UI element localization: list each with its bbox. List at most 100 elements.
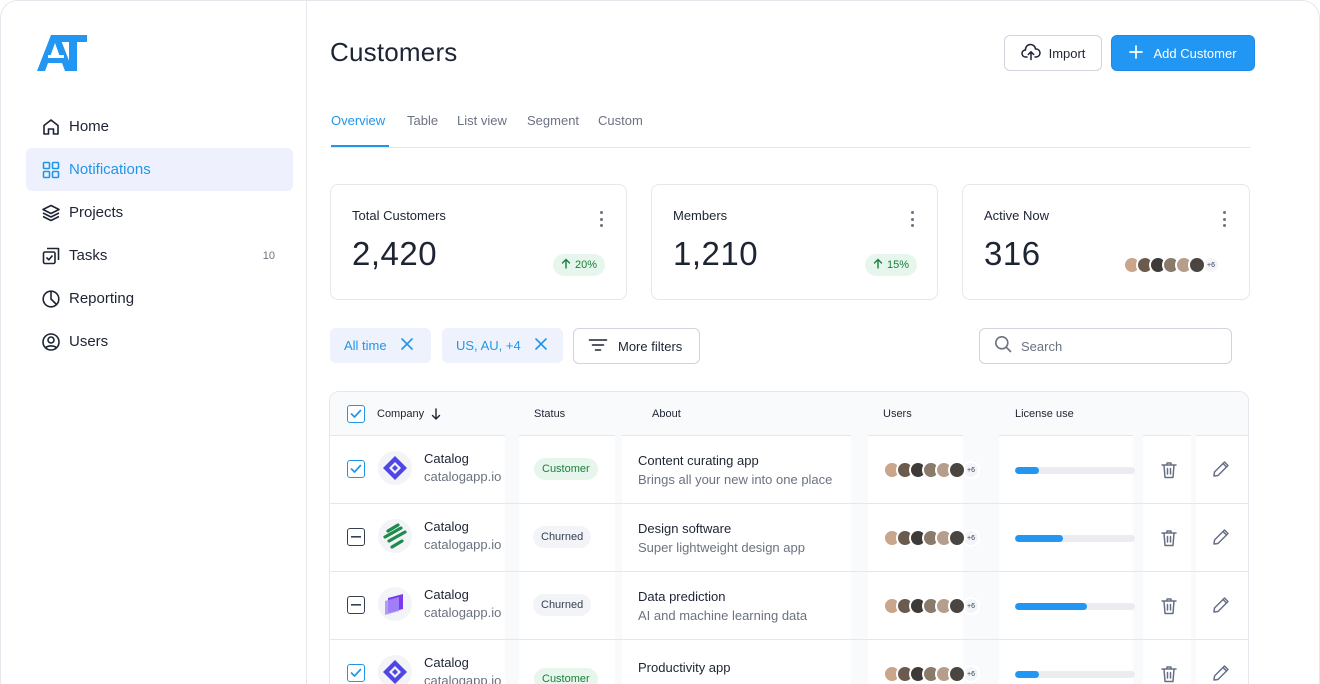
sidebar-item-projects[interactable]: Projects: [26, 191, 293, 234]
sidebar-item-label: Reporting: [69, 290, 135, 307]
company-cell: Catalog catalogapp.io: [378, 586, 501, 622]
sidebar-item-notifications[interactable]: Notifications: [26, 148, 293, 191]
close-icon[interactable]: [534, 338, 547, 353]
license-progress-bar: [1015, 467, 1135, 474]
license-progress-fill: [1015, 671, 1039, 678]
more-filters-button[interactable]: More filters: [573, 328, 700, 364]
th-company[interactable]: Company: [347, 392, 441, 436]
trend-value: 20%: [575, 259, 598, 271]
tab-list-view[interactable]: List view: [457, 113, 507, 147]
more-filters-label: More filters: [618, 338, 683, 354]
about-subtitle: AI and machine learning data: [638, 608, 808, 623]
sidebar-nav: Home Notifications Projects Tasks 10 Rep…: [26, 105, 293, 363]
add-customer-label: Add Customer: [1153, 45, 1237, 61]
row-checkbox[interactable]: [347, 528, 365, 546]
edit-pencil-icon[interactable]: [1210, 458, 1232, 480]
tab-custom[interactable]: Custom: [598, 113, 643, 147]
trash-icon[interactable]: [1158, 527, 1180, 549]
sidebar-item-label: Users: [69, 333, 109, 350]
th-about[interactable]: About: [652, 392, 681, 436]
active-avatars: +6: [1123, 256, 1220, 274]
about-title: Design software: [638, 521, 732, 536]
close-icon[interactable]: [400, 338, 413, 353]
sidebar-item-tasks[interactable]: Tasks 10: [26, 234, 293, 277]
company-cell: Catalog catalogapp.io: [378, 518, 501, 554]
sidebar-item-label: Projects: [69, 204, 124, 221]
check-square-icon: [40, 245, 62, 267]
license-progress-fill: [1015, 467, 1039, 474]
stat-card-members: Members 1,210 15%: [651, 184, 938, 300]
search-box[interactable]: [979, 328, 1232, 364]
th-license-use[interactable]: License use: [1015, 392, 1074, 436]
about-title: Data prediction: [638, 589, 726, 604]
trend-badge: 15%: [865, 254, 918, 276]
row-checkbox[interactable]: [347, 460, 365, 478]
table-header: [330, 392, 1248, 436]
about-title: Content curating app: [638, 453, 759, 468]
sidebar-item-home[interactable]: Home: [26, 105, 293, 148]
stat-card-total-customers: Total Customers 2,420 20%: [330, 184, 627, 300]
table-row[interactable]: Catalog catalogapp.io Churned Design softwa…: [330, 504, 1248, 572]
about-title: Productivity app: [638, 660, 731, 675]
app-window: Home Notifications Projects Tasks 10 Rep…: [0, 0, 1320, 684]
stat-value: 316: [984, 235, 1041, 272]
sidebar-item-reporting[interactable]: Reporting: [26, 277, 293, 320]
avatar: [948, 665, 966, 683]
company-name: Catalog: [424, 519, 469, 534]
company-cell: Catalog catalogapp.io: [378, 654, 501, 684]
stat-label: Active Now: [984, 208, 1050, 223]
filter-chip-time[interactable]: All time: [330, 328, 431, 363]
row-avatars: +6: [883, 529, 980, 547]
avatar: [948, 461, 966, 479]
import-label: Import: [1048, 45, 1086, 61]
table-row[interactable]: Catalog catalogapp.io Customer Content cura…: [330, 436, 1248, 504]
home-icon: [40, 116, 62, 138]
import-button[interactable]: Import: [1004, 35, 1102, 71]
license-progress-bar: [1015, 671, 1135, 678]
stat-value: 2,420: [352, 235, 438, 272]
more-vertical-icon[interactable]: [909, 211, 915, 227]
company-domain: catalogapp.io: [424, 605, 502, 620]
brand-logo[interactable]: [35, 33, 89, 73]
edit-pencil-icon[interactable]: [1210, 662, 1232, 684]
trash-icon[interactable]: [1158, 663, 1180, 684]
th-users[interactable]: Users: [883, 392, 912, 436]
stat-label: Members: [673, 208, 728, 223]
avatar: [948, 529, 966, 547]
add-customer-button[interactable]: Add Customer: [1111, 35, 1255, 71]
tab-segment[interactable]: Segment: [527, 113, 579, 147]
row-checkbox[interactable]: [347, 596, 365, 614]
layers-icon: [40, 202, 62, 224]
search-input[interactable]: [1021, 338, 1211, 354]
user-circle-icon: [40, 331, 62, 353]
table-row[interactable]: Catalog catalogapp.io Churned Data predicti…: [330, 572, 1248, 640]
license-progress-fill: [1015, 603, 1087, 610]
select-all-checkbox[interactable]: [347, 405, 365, 423]
th-status[interactable]: Status: [534, 392, 565, 436]
status-badge: Churned: [533, 594, 592, 616]
company-name: Catalog: [424, 451, 469, 466]
status-badge: Customer: [534, 668, 598, 684]
arrow-down-icon[interactable]: [431, 408, 441, 420]
status-badge: Customer: [534, 458, 598, 480]
tab-table[interactable]: Table: [407, 113, 438, 147]
row-checkbox[interactable]: [347, 664, 365, 682]
trash-icon[interactable]: [1158, 459, 1180, 481]
customers-table: Company Status About Users License use C…: [329, 391, 1249, 684]
edit-pencil-icon[interactable]: [1210, 526, 1232, 548]
more-vertical-icon[interactable]: [1221, 211, 1227, 227]
sidebar-item-users[interactable]: Users: [26, 320, 293, 363]
table-row[interactable]: Catalog catalogapp.io Customer Productivity…: [330, 640, 1248, 684]
license-progress-fill: [1015, 535, 1063, 542]
company-cell: Catalog catalogapp.io: [378, 450, 501, 486]
more-vertical-icon[interactable]: [598, 211, 604, 227]
stat-value: 1,210: [673, 235, 759, 272]
chip-label: All time: [344, 338, 387, 353]
edit-pencil-icon[interactable]: [1210, 594, 1232, 616]
company-name: Catalog: [424, 587, 469, 602]
sidebar: Home Notifications Projects Tasks 10 Rep…: [1, 1, 307, 684]
status-badge: Churned: [533, 526, 592, 548]
trash-icon[interactable]: [1158, 595, 1180, 617]
filter-chip-region[interactable]: US, AU, +4: [442, 328, 563, 363]
tab-overview[interactable]: Overview: [331, 113, 389, 147]
